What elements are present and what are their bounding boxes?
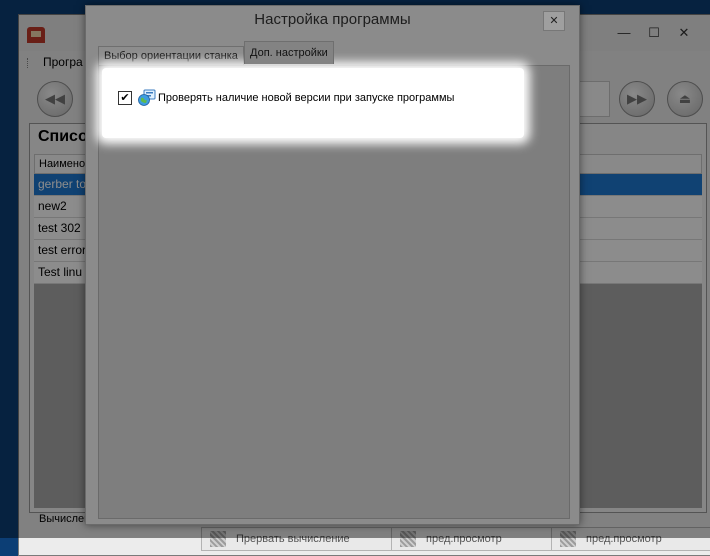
update-globe-icon [138,89,156,106]
dialog-close-button[interactable]: ✕ [543,11,565,31]
tab-machine-orientation[interactable]: Выбор ориентации станка [98,46,244,65]
tab-extra-settings[interactable]: Доп. настройки [244,41,334,64]
check-updates-label[interactable]: Проверять наличие новой версии при запус… [158,92,454,104]
check-updates-checkbox[interactable]: ✔ [118,91,132,105]
dialog-title: Настройка программы [254,11,411,28]
